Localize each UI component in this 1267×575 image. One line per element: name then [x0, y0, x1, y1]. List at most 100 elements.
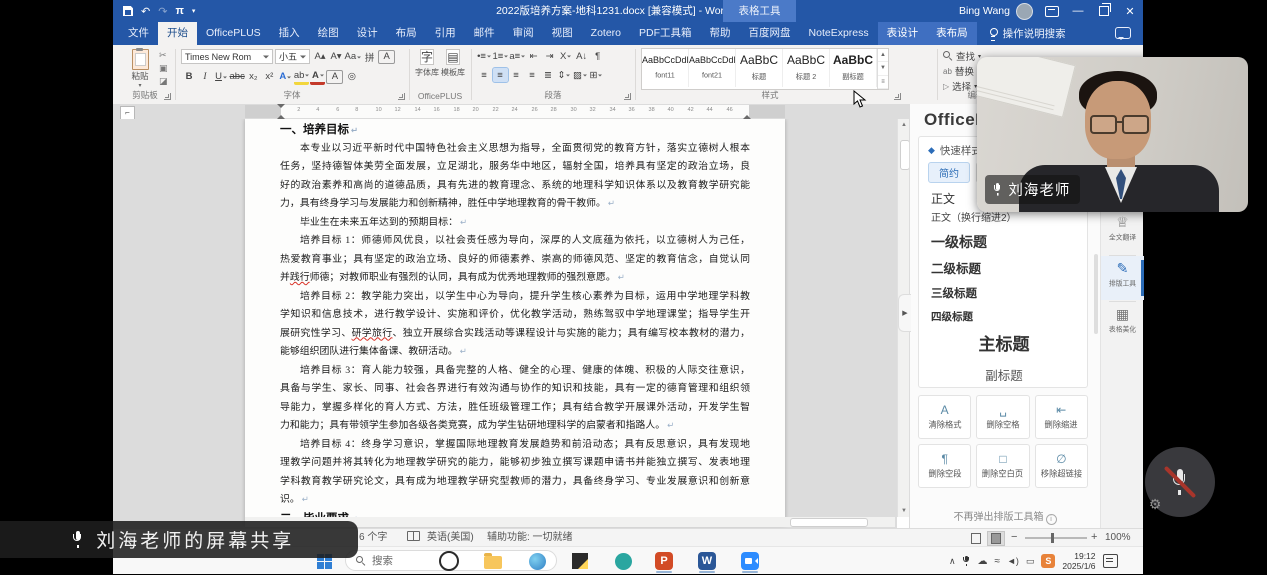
- zoom-slider-thumb[interactable]: [1051, 533, 1054, 543]
- italic-button[interactable]: I: [198, 70, 213, 84]
- style-chip-副标题[interactable]: AaBbC副标题: [830, 49, 877, 87]
- pane-collapse-handle[interactable]: ▶: [898, 294, 911, 332]
- decrease-indent-button[interactable]: ⇤: [526, 49, 541, 63]
- text-effects-button[interactable]: A: [278, 70, 293, 84]
- justify-button[interactable]: ≡: [525, 68, 540, 82]
- superscript-button[interactable]: x²: [262, 70, 277, 84]
- equation-icon[interactable]: π: [175, 5, 183, 17]
- font-color-button[interactable]: A: [310, 68, 325, 85]
- zoom-level[interactable]: 100%: [1105, 529, 1131, 546]
- left-indent-marker[interactable]: [277, 111, 285, 119]
- comments-icon[interactable]: [1115, 27, 1131, 39]
- clipboard-dialog-launcher[interactable]: [164, 93, 171, 100]
- tab-绘图[interactable]: 绘图: [309, 22, 348, 45]
- proofing-icon[interactable]: [407, 529, 420, 546]
- style-chip-font11[interactable]: AaBbCcDdEfont11: [642, 49, 689, 87]
- style-item-主标题[interactable]: 主标题: [931, 328, 1077, 362]
- tab-视图[interactable]: 视图: [543, 22, 582, 45]
- style-item-四级标题[interactable]: 四级标题: [931, 306, 1077, 328]
- style-theme-tab-简约[interactable]: 简约: [928, 162, 970, 183]
- char-shading-button[interactable]: A: [326, 70, 343, 84]
- sort-button[interactable]: A↓: [574, 49, 589, 63]
- redo-icon[interactable]: ↷: [158, 5, 167, 18]
- tray-clock[interactable]: 19:12 2025/1/6: [1062, 551, 1095, 571]
- text-highlight-button[interactable]: ab: [294, 68, 310, 85]
- delete-empty-paragraphs-button[interactable]: ¶删除空段: [918, 444, 971, 488]
- document-page[interactable]: 一、培养目标↵本专业以习近平新时代中国特色社会主义思想为指导，全面贯彻党的教育方…: [245, 119, 785, 525]
- show-marks-button[interactable]: ¶: [590, 49, 605, 63]
- subscript-button[interactable]: x₂: [246, 70, 261, 84]
- character-border-button[interactable]: A: [378, 50, 395, 64]
- numbering-button[interactable]: 1≡: [493, 49, 509, 63]
- contacts-app-taskbar-icon[interactable]: [611, 549, 635, 573]
- powerpoint-taskbar-icon[interactable]: P: [652, 549, 676, 573]
- read-mode-button[interactable]: [967, 531, 985, 546]
- line-spacing-button[interactable]: ⇕: [557, 68, 572, 82]
- tab-引用[interactable]: 引用: [426, 22, 465, 45]
- style-chip-标题 2[interactable]: AaBbC标题 2: [783, 49, 830, 87]
- tab-selector[interactable]: ⌐: [120, 106, 135, 120]
- sticky-notes-taskbar-icon[interactable]: [568, 549, 592, 573]
- tab-开始[interactable]: 开始: [158, 22, 197, 45]
- clear-format-button[interactable]: A清除格式: [918, 395, 971, 439]
- settings-gear-icon[interactable]: ⚙: [1146, 495, 1164, 513]
- tab-百度网盘[interactable]: 百度网盘: [740, 22, 800, 45]
- zoom-slider[interactable]: [1025, 537, 1087, 539]
- word-count[interactable]: 6 个字: [359, 529, 387, 546]
- notification-center-icon[interactable]: [1103, 554, 1118, 568]
- zoom-out-button[interactable]: −: [1011, 529, 1017, 546]
- style-item-一级标题[interactable]: 一级标题: [931, 229, 1077, 256]
- template-library-button[interactable]: ▤ 模板库: [440, 47, 466, 78]
- align-center-button[interactable]: ≡: [493, 68, 508, 82]
- increase-indent-button[interactable]: ⇥: [542, 49, 557, 63]
- style-item-三级标题[interactable]: 三级标题: [931, 282, 1077, 306]
- tray-ime-icon[interactable]: ▭: [1026, 556, 1035, 567]
- tab-设计[interactable]: 设计: [348, 22, 387, 45]
- paragraph-dialog-launcher[interactable]: [624, 93, 631, 100]
- underline-button[interactable]: U: [214, 70, 229, 84]
- delete-indent-button[interactable]: ⇤删除缩进: [1035, 395, 1088, 439]
- style-item-副标题[interactable]: 副标题: [931, 362, 1077, 390]
- tray-mic-icon[interactable]: [963, 556, 971, 567]
- tab-Zotero[interactable]: Zotero: [582, 22, 630, 45]
- zoom-in-button[interactable]: +: [1091, 529, 1097, 546]
- find-button[interactable]: 查找▾: [943, 49, 981, 63]
- align-left-button[interactable]: ≡: [477, 68, 492, 82]
- format-painter-icon[interactable]: ◪: [159, 76, 168, 87]
- horizontal-scroll-thumb[interactable]: [790, 518, 868, 527]
- tab-NoteExpress[interactable]: NoteExpress: [800, 22, 878, 45]
- style-item-二级标题[interactable]: 二级标题: [931, 256, 1077, 282]
- styles-gallery-scroll[interactable]: ▲▼≡: [877, 49, 888, 89]
- tab-文件[interactable]: 文件: [119, 22, 158, 45]
- tab-PDF工具箱[interactable]: PDF工具箱: [630, 22, 701, 45]
- enclose-characters-button[interactable]: ◎: [344, 70, 359, 84]
- font-name-combobox[interactable]: Times New Rom: [181, 49, 273, 64]
- tray-input-badge[interactable]: S: [1041, 554, 1055, 568]
- tell-me-search[interactable]: 操作说明搜索: [989, 22, 1066, 45]
- distribute-button[interactable]: ≣: [541, 68, 556, 82]
- delete-spaces-button[interactable]: ␣删除空格: [976, 395, 1029, 439]
- tray-cloud-icon[interactable]: ☁: [978, 556, 988, 567]
- layout-tools-button[interactable]: ✎排版工具: [1101, 256, 1144, 300]
- grow-font-button[interactable]: A▴: [313, 50, 328, 64]
- phonetic-guide-button[interactable]: 拼: [362, 50, 377, 64]
- tab-帮助[interactable]: 帮助: [701, 22, 740, 45]
- tab-布局[interactable]: 布局: [387, 22, 426, 45]
- bold-button[interactable]: B: [182, 70, 197, 84]
- paste-button[interactable]: 粘贴 ▾: [123, 49, 157, 89]
- tencent-meeting-taskbar-icon[interactable]: [738, 549, 762, 573]
- change-case-button[interactable]: Aa: [345, 50, 362, 64]
- copy-icon[interactable]: ▣: [159, 63, 168, 74]
- print-layout-button[interactable]: [987, 531, 1005, 546]
- tab-表布局[interactable]: 表布局: [927, 22, 977, 45]
- minimize-button[interactable]: —: [1065, 0, 1091, 22]
- accessibility-status[interactable]: 辅助功能: 一切就绪: [487, 529, 573, 546]
- language-status[interactable]: 英语(美国): [427, 529, 474, 546]
- tray-chevron-icon[interactable]: ∧: [949, 556, 956, 567]
- account-area[interactable]: Bing Wang: [959, 0, 1033, 22]
- cut-icon[interactable]: ✂: [159, 50, 168, 61]
- shading-button[interactable]: ▨: [573, 68, 588, 82]
- tab-邮件[interactable]: 邮件: [465, 22, 504, 45]
- tab-表设计[interactable]: 表设计: [878, 22, 928, 45]
- ribbon-display-options-button[interactable]: [1039, 0, 1065, 22]
